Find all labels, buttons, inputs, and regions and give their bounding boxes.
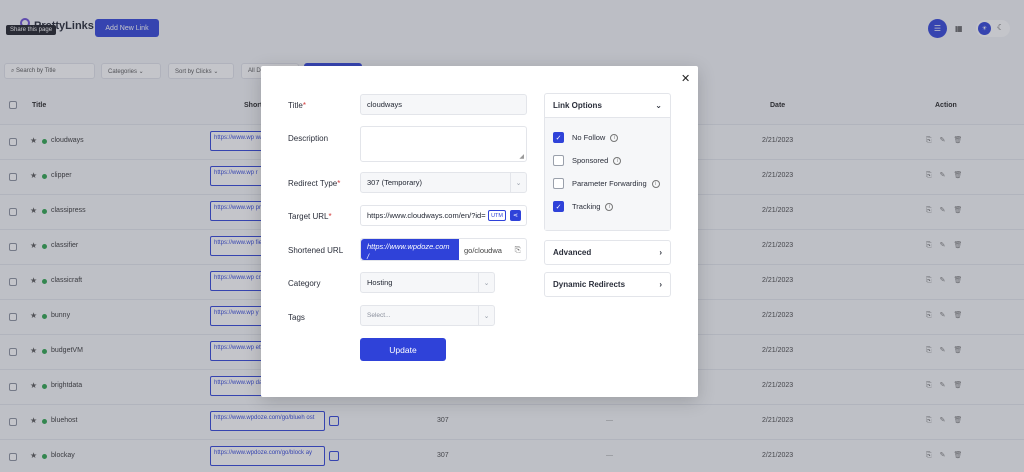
option-parameter-forwarding[interactable]: Parameter Forwarding i: [553, 172, 662, 195]
chevron-down-icon: ⌄: [478, 306, 494, 325]
dynamic-redirects-title: Dynamic Redirects: [553, 280, 626, 289]
info-icon[interactable]: i: [605, 202, 614, 211]
redirect-type-value: 307 (Temporary): [367, 178, 423, 187]
link-options-panel: Link Options ⌄ ✓ No Follow i Sponsored i Par…: [544, 93, 671, 231]
target-label-text: Target URL: [288, 212, 329, 221]
required-marker: *: [328, 212, 332, 221]
dynamic-redirects-panel[interactable]: Dynamic Redirects ›: [544, 272, 671, 297]
option-tracking[interactable]: ✓ Tracking i: [553, 195, 662, 218]
checkbox-checked-icon[interactable]: ✓: [553, 201, 564, 212]
redirect-type-select[interactable]: 307 (Temporary) ⌄: [360, 172, 527, 193]
tags-select[interactable]: Select... ⌄: [360, 305, 495, 326]
option-label: No Follow: [572, 133, 606, 142]
required-marker: *: [302, 101, 306, 110]
option-sponsored[interactable]: Sponsored i: [553, 149, 662, 172]
target-url-label: Target URL*: [288, 212, 332, 221]
update-button[interactable]: Update: [360, 338, 446, 361]
share-icon[interactable]: ⋖: [510, 210, 521, 221]
tags-label: Tags: [288, 313, 305, 322]
redirect-type-label: Redirect Type*: [288, 179, 340, 188]
checkbox-icon[interactable]: [553, 155, 564, 166]
chevron-right-icon: ›: [659, 280, 662, 289]
redirect-label-text: Redirect Type: [288, 179, 338, 188]
resize-handle-icon[interactable]: ◢: [519, 153, 524, 160]
target-url-input[interactable]: https://www.cloudways.com/en/?id= UTM ⋖: [360, 205, 527, 226]
description-textarea[interactable]: ◢: [360, 126, 527, 162]
chevron-down-icon: ⌄: [655, 101, 662, 110]
category-value: Hosting: [367, 278, 393, 287]
utm-button[interactable]: UTM: [488, 210, 506, 221]
shortened-url-label: Shortened URL: [288, 246, 344, 255]
checkbox-checked-icon[interactable]: ✓: [553, 132, 564, 143]
link-options-title: Link Options: [553, 101, 602, 110]
title-label-text: Title: [288, 101, 303, 110]
edit-link-modal: ✕ Title* cloudways Description ◢ Redirec…: [261, 66, 698, 397]
category-label: Category: [288, 279, 321, 288]
shortened-url-prefix: https://www.wpdoze.com /: [361, 239, 459, 261]
option-label: Sponsored: [572, 156, 609, 165]
info-icon[interactable]: i: [613, 156, 622, 165]
info-icon[interactable]: i: [651, 179, 660, 188]
shortened-url-slug[interactable]: go/cloudwa: [464, 246, 502, 255]
chevron-down-icon: ⌄: [478, 273, 494, 292]
tags-placeholder: Select...: [367, 312, 391, 319]
shortened-url-field[interactable]: https://www.wpdoze.com / go/cloudwa ⎘: [360, 238, 527, 261]
checkbox-icon[interactable]: [553, 178, 564, 189]
option-label: Parameter Forwarding: [572, 179, 647, 188]
advanced-header[interactable]: Advanced ›: [545, 241, 670, 264]
chevron-down-icon: ⌄: [510, 173, 526, 192]
advanced-title: Advanced: [553, 248, 592, 257]
description-label: Description: [288, 134, 329, 143]
link-options-header[interactable]: Link Options ⌄: [545, 94, 670, 117]
chevron-right-icon: ›: [659, 248, 662, 257]
required-marker: *: [337, 179, 341, 188]
option-label: Tracking: [572, 202, 601, 211]
option-no-follow[interactable]: ✓ No Follow i: [553, 126, 662, 149]
dynamic-redirects-header[interactable]: Dynamic Redirects ›: [545, 273, 670, 296]
target-url-value: https://www.cloudways.com/en/?id=: [367, 211, 486, 220]
link-options-body: ✓ No Follow i Sponsored i Parameter Forward…: [545, 117, 670, 230]
close-icon[interactable]: ✕: [681, 72, 690, 85]
title-input[interactable]: cloudways: [360, 94, 527, 115]
copy-icon[interactable]: ⎘: [515, 245, 521, 255]
title-label: Title*: [288, 101, 306, 110]
category-select[interactable]: Hosting ⌄: [360, 272, 495, 293]
advanced-panel[interactable]: Advanced ›: [544, 240, 671, 265]
info-icon[interactable]: i: [610, 133, 619, 142]
